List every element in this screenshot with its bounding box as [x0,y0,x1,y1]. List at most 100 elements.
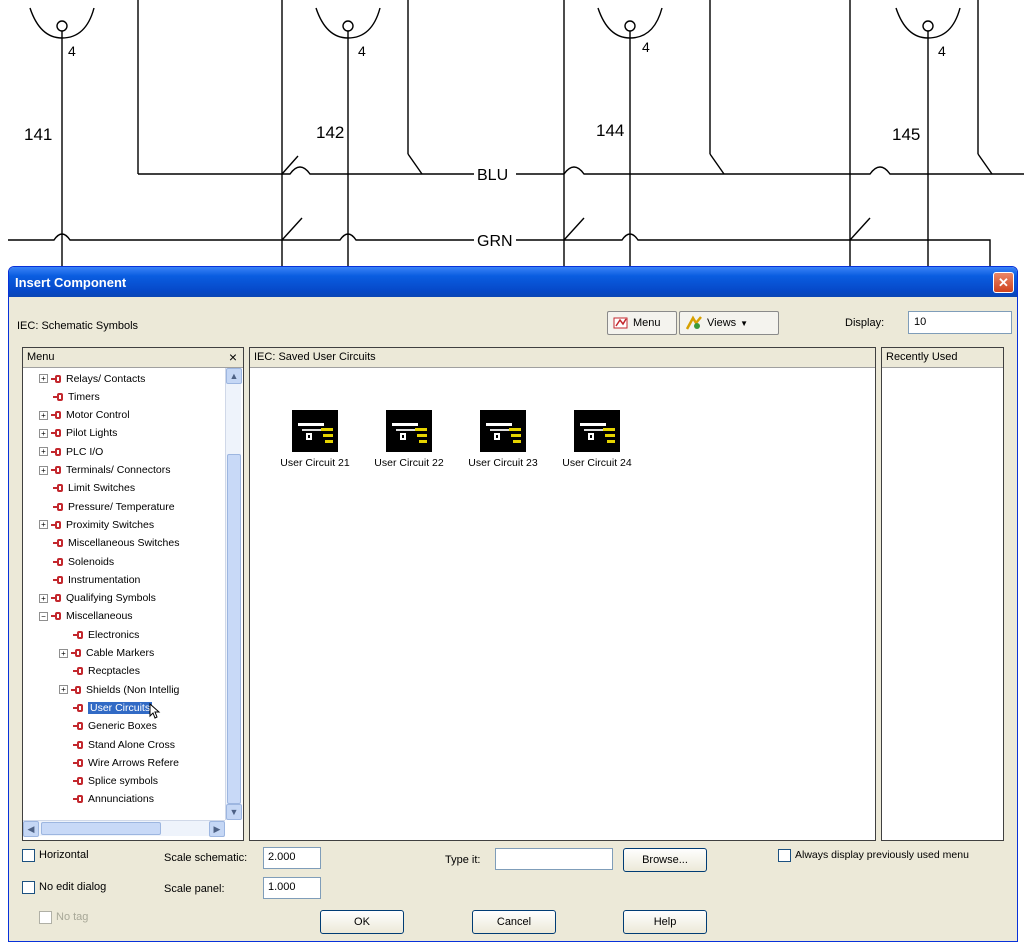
tree-item[interactable]: Timers [53,388,100,405]
expand-icon[interactable]: + [59,648,68,658]
tree-item[interactable]: Wire Arrows Refere [73,754,179,771]
user-circuit-item[interactable]: User Circuit 23 [457,410,549,469]
tree-item[interactable]: Miscellaneous Switches [53,535,179,552]
expand-icon[interactable]: + [39,520,48,530]
tree-item[interactable]: User Circuits [73,699,161,719]
expand-icon[interactable]: + [39,447,48,457]
tree-item[interactable]: + Motor Control [39,407,130,424]
tree-item[interactable]: Splice symbols [73,773,158,790]
component-folder-icon [51,593,63,603]
close-button[interactable]: ✕ [993,272,1014,293]
tree-item[interactable]: Solenoids [53,553,114,570]
coil-number: 4 [642,39,650,55]
collapse-icon[interactable]: − [39,611,48,621]
tree-item[interactable]: Stand Alone Cross [73,736,175,753]
tree-item-label: PLC I/O [66,445,104,458]
scroll-up-icon[interactable]: ▲ [226,368,242,384]
menu-icon [613,317,628,329]
display-count-input[interactable]: 10 [908,311,1012,334]
component-folder-icon [73,630,85,640]
scroll-right-icon[interactable]: ▶ [209,821,225,837]
component-folder-icon [71,685,83,695]
component-folder-icon [53,575,65,585]
tree-item-label: Motor Control [66,409,130,422]
scroll-thumb[interactable] [227,454,241,804]
scale-schematic-input[interactable]: 2.000 [263,847,321,869]
dialog-titlebar[interactable]: Insert Component ✕ [9,267,1017,297]
component-folder-icon [73,740,85,750]
component-folder-icon [53,483,65,493]
expand-icon[interactable]: + [39,465,48,475]
expand-icon[interactable]: + [59,685,68,695]
tree-item[interactable]: + PLC I/O [39,443,103,460]
component-folder-icon [51,447,63,457]
menu-vertical-scrollbar[interactable]: ▲ ▼ [225,368,242,820]
expand-icon[interactable]: + [39,428,48,438]
expand-icon[interactable]: + [39,374,48,383]
content-panel: IEC: Saved User Circuits User Circuit 21… [249,347,876,841]
scroll-down-icon[interactable]: ▼ [226,804,242,820]
component-folder-icon [53,502,65,512]
tree-item-label: Electronics [88,628,140,641]
always-display-checkbox[interactable] [778,849,791,862]
tree-item-label: Terminals/ Connectors [66,464,171,476]
no-edit-dialog-checkbox[interactable] [22,881,35,894]
tree-item-label: Shields (Non Intellig [86,683,180,696]
component-folder-icon [71,648,83,658]
tree-item[interactable]: + Shields (Non Intellig [59,681,179,698]
tree-item[interactable]: Pressure/ Temperature [53,498,175,515]
schematic-drawing: 141 142 144 145 4 4 4 4 BLU GRN [8,0,1024,268]
recently-used-panel: Recently Used [881,347,1004,841]
tree-item-label: Pressure/ Temperature [68,500,175,513]
type-it-input[interactable] [495,848,613,870]
browse-button[interactable]: Browse... [623,848,707,872]
scale-panel-input[interactable]: 1.000 [263,877,321,899]
component-folder-icon [53,538,65,548]
coil-number: 4 [358,43,366,59]
tree-item[interactable]: + Qualifying Symbols [39,590,156,607]
tree-item[interactable]: Recptacles [73,663,140,680]
wire-label-grn: GRN [477,233,513,250]
component-folder-icon [73,776,85,786]
component-folder-icon [51,374,63,384]
user-circuit-item[interactable]: User Circuit 22 [363,410,455,469]
help-button[interactable]: Help [623,910,707,934]
tree-item-label: Generic Boxes [88,720,157,733]
scroll-thumb[interactable] [41,822,161,835]
insert-component-dialog: Insert Component ✕ IEC: Schematic Symbol… [8,266,1018,942]
tree-item-label: Miscellaneous [66,610,133,623]
circuit-thumbnail-icon [386,410,432,452]
tree-item[interactable]: Generic Boxes [73,718,157,735]
expand-icon[interactable]: + [39,593,48,603]
cancel-button[interactable]: Cancel [472,910,556,934]
tree-item[interactable]: + Cable Markers [59,645,154,662]
scroll-left-icon[interactable]: ◀ [23,821,39,837]
tree-item[interactable]: + Proximity Switches [39,516,154,533]
views-button[interactable]: Views ▼ [679,311,779,335]
tree-item[interactable]: − Miscellaneous [39,608,133,625]
component-folder-icon [73,721,85,731]
tree-item-label: Wire Arrows Refere [88,756,180,769]
component-folder-icon [53,392,65,402]
expand-icon[interactable]: + [39,410,48,420]
user-circuit-item[interactable]: User Circuit 24 [551,410,643,469]
tree-item[interactable]: + Pilot Lights [39,425,117,442]
tree-item[interactable]: Annunciations [73,791,154,808]
menu-horizontal-scrollbar[interactable]: ◀ ▶ [23,820,225,837]
tree-item[interactable]: + Relays/ Contacts [39,370,145,387]
tree-item[interactable]: + Terminals/ Connectors [39,462,170,479]
component-folder-icon [53,557,65,567]
tree-item[interactable]: Limit Switches [53,480,135,497]
menu-button[interactable]: Menu [607,311,677,335]
circuit-thumbnail-icon [292,410,338,452]
ok-button[interactable]: OK [320,910,404,934]
close-icon[interactable]: × [229,349,237,365]
horizontal-checkbox[interactable] [22,849,35,862]
content-panel-header: IEC: Saved User Circuits [250,348,875,368]
tree-item[interactable]: Electronics [73,626,139,643]
user-circuit-item[interactable]: User Circuit 21 [269,410,361,469]
tree-item[interactable]: Instrumentation [53,571,140,588]
no-tag-checkbox[interactable] [39,911,52,924]
views-icon [685,315,702,330]
circuit-label: User Circuit 24 [562,457,632,469]
